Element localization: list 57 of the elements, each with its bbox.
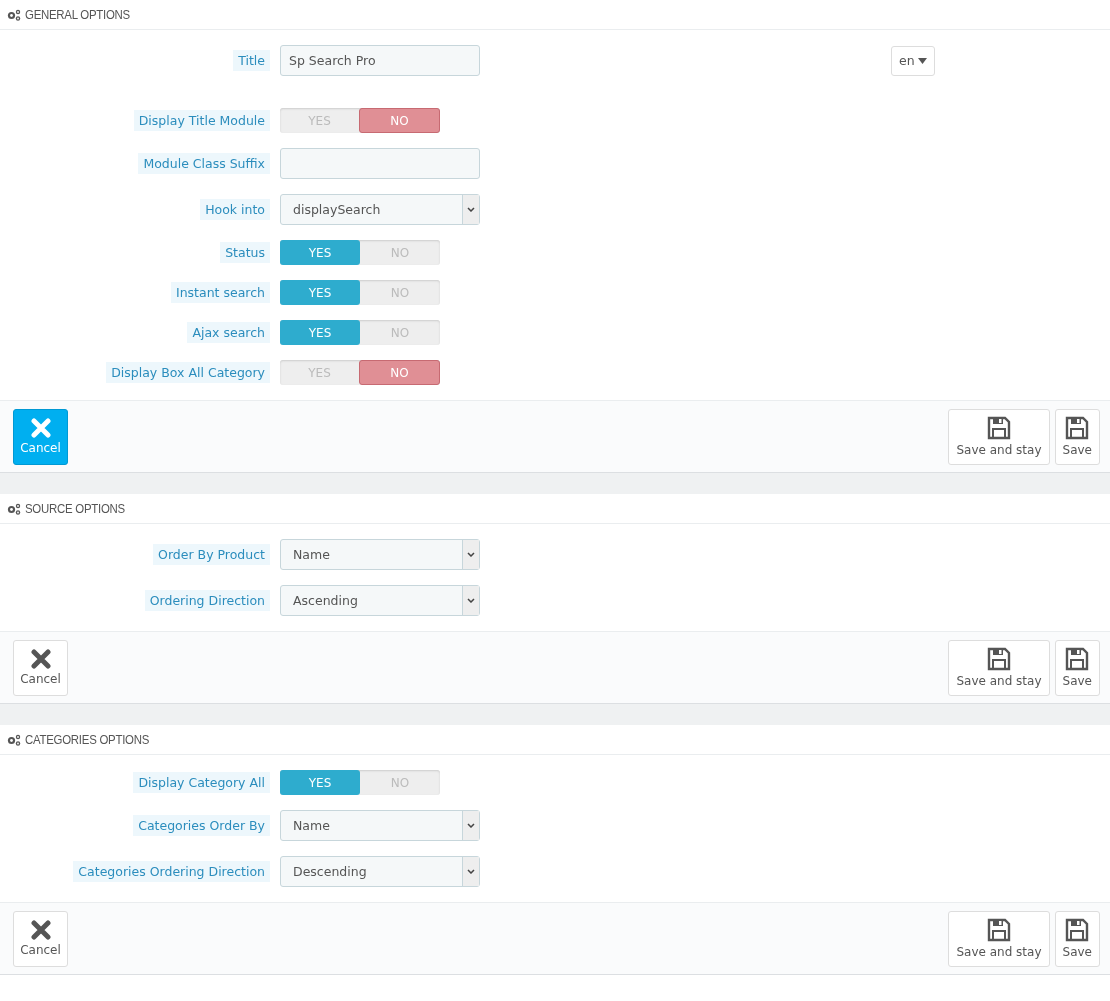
select-dropdown[interactable]: Name [280,810,480,841]
save-and-stay-button[interactable]: Save and stay [948,639,1050,696]
text-field[interactable] [280,148,480,179]
select-dropdown[interactable]: displaySearch [280,194,480,225]
panel-title: SOURCE OPTIONS [25,501,125,516]
save-icon [1065,416,1090,440]
no-option[interactable]: NO [359,108,440,133]
field-label: Categories Ordering Direction [73,861,270,882]
field-label: Instant search [171,282,270,303]
field-label: Categories Order By [133,815,270,836]
close-icon [30,418,51,438]
language-dropdown[interactable]: en [891,45,935,76]
caret-icon [917,57,927,64]
chevron-down-icon [467,598,475,603]
save-icon [1065,918,1090,942]
save-icon [1065,647,1090,671]
chevron-down-icon [467,207,475,212]
text-field[interactable]: Sp Search Pro [280,45,480,76]
chevron-down-icon [467,552,475,557]
field-label: Title [233,50,270,71]
chevron-down-icon [467,823,475,828]
yes-option[interactable]: YES [280,280,360,305]
close-icon [30,920,51,940]
save-button[interactable]: Save [1054,639,1100,696]
panel-title: CATEGORIES OPTIONS [25,732,150,747]
save-and-stay-button[interactable]: Save and stay [948,408,1050,465]
no-option[interactable]: NO [359,360,440,385]
select-dropdown[interactable]: Name [280,539,480,570]
gears-icon [6,8,22,21]
gears-icon [6,502,22,515]
cancel-button[interactable]: Cancel [13,910,68,967]
field-label: Order By Product [153,544,270,565]
field-label: Ajax search [187,322,270,343]
gears-icon [6,733,22,746]
save-icon [987,647,1011,671]
yes-option[interactable]: YES [280,320,360,345]
select-dropdown[interactable]: Descending [280,856,480,887]
save-button[interactable]: Save [1054,910,1100,967]
panel-title: GENERAL OPTIONS [25,7,130,22]
field-label: Module Class Suffix [138,153,270,174]
field-label: Hook into [200,199,270,220]
cancel-button[interactable]: Cancel [13,639,68,696]
save-and-stay-button[interactable]: Save and stay [948,910,1050,967]
field-label: Status [220,242,270,263]
field-label: Display Category All [133,772,270,793]
chevron-down-icon [467,869,475,874]
field-label: Display Box All Category [106,362,270,383]
select-dropdown[interactable]: Ascending [280,585,480,616]
save-icon [987,918,1011,942]
field-label: Display Title Module [133,110,270,131]
yes-option[interactable]: YES [280,770,360,795]
save-button[interactable]: Save [1054,408,1100,465]
close-icon [30,649,51,669]
cancel-button[interactable]: Cancel [13,408,68,465]
save-icon [987,416,1011,440]
field-label: Ordering Direction [144,590,270,611]
yes-option[interactable]: YES [280,240,360,265]
